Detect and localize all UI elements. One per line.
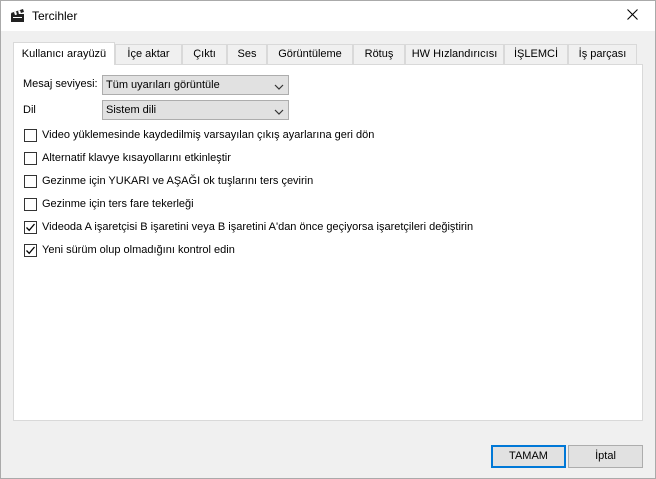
window-title: Tercihler <box>32 9 78 23</box>
close-button[interactable] <box>609 1 655 31</box>
tab-hw-acceleration[interactable]: HW Hızlandırıcısı <box>405 44 504 64</box>
option-check-updates[interactable]: Yeni sürüm olup olmadığını kontrol edin <box>24 242 235 258</box>
option-restore-output-settings[interactable]: Video yüklemesinde kaydedilmiş varsayıla… <box>24 127 374 143</box>
option-label: Alternatif klavye kısayollarını etkinleş… <box>42 152 231 164</box>
language-label: Dil <box>23 104 36 116</box>
tab-audio[interactable]: Ses <box>227 44 267 64</box>
chevron-down-icon <box>274 80 284 90</box>
option-invert-mouse-wheel[interactable]: Gezinme için ters fare tekerleği <box>24 196 194 212</box>
message-level-label: Mesaj seviyesi: <box>23 78 98 90</box>
clapperboard-icon <box>10 8 25 23</box>
tab-strip: Kullanıcı arayüzü İçe aktar Çıktı Ses Gö… <box>13 42 643 65</box>
tab-threads[interactable]: İş parçası <box>568 44 637 64</box>
language-select[interactable]: Sistem dili <box>102 100 289 120</box>
checkbox-checked[interactable] <box>24 243 37 257</box>
preferences-dialog: Tercihler Kullanıcı arayüzü İçe aktar Çı… <box>0 0 656 479</box>
checkbox[interactable] <box>24 151 37 165</box>
option-invert-arrow-keys[interactable]: Gezinme için YUKARI ve AŞAĞI ok tuşların… <box>24 173 313 189</box>
option-swap-markers[interactable]: Videoda A işaretçisi B işaretini veya B … <box>24 219 473 235</box>
option-label: Yeni sürüm olup olmadığını kontrol edin <box>42 244 235 256</box>
close-icon <box>626 9 638 23</box>
option-label: Gezinme için ters fare tekerleği <box>42 198 194 210</box>
message-level-value: Tüm uyarıları görüntüle <box>106 79 220 91</box>
checkbox[interactable] <box>24 197 37 211</box>
message-level-select[interactable]: Tüm uyarıları görüntüle <box>102 75 289 95</box>
checkbox[interactable] <box>24 128 37 142</box>
language-value: Sistem dili <box>106 104 157 116</box>
checkbox-checked[interactable] <box>24 220 37 234</box>
option-label: Gezinme için YUKARI ve AŞAĞI ok tuşların… <box>42 175 314 187</box>
tab-retouch[interactable]: Rötuş <box>353 44 405 64</box>
option-label: Video yüklemesinde kaydedilmiş varsayıla… <box>42 129 375 141</box>
option-alternative-shortcuts[interactable]: Alternatif klavye kısayollarını etkinleş… <box>24 150 231 166</box>
checkmark-icon <box>26 246 35 254</box>
chevron-down-icon <box>274 105 284 115</box>
cancel-button[interactable]: İptal <box>568 445 643 468</box>
title-bar: Tercihler <box>1 1 655 31</box>
tab-output[interactable]: Çıktı <box>182 44 227 64</box>
checkmark-icon <box>26 223 35 231</box>
tab-display[interactable]: Görüntüleme <box>267 44 353 64</box>
tab-import[interactable]: İçe aktar <box>115 44 182 64</box>
ok-button[interactable]: TAMAM <box>491 445 566 468</box>
checkbox[interactable] <box>24 174 37 188</box>
tab-user-interface[interactable]: Kullanıcı arayüzü <box>13 42 115 65</box>
tab-cpu[interactable]: İŞLEMCİ <box>504 44 568 64</box>
option-label: Videoda A işaretçisi B işaretini veya B … <box>42 221 474 233</box>
